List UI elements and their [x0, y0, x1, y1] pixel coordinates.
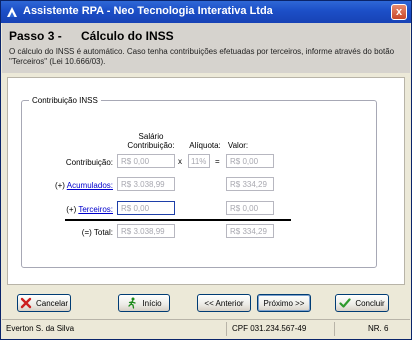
window-title: Assistente RPA - Neo Tecnologia Interati… — [23, 5, 273, 17]
acumulados-link[interactable]: Acumulados: — [67, 181, 113, 190]
step-header: Passo 3 - Cálculo do INSS O cálculo do IN… — [2, 23, 410, 73]
total-salario-field[interactable]: R$ 3.038,99 — [117, 224, 175, 238]
concluir-label: Concluir — [355, 298, 385, 308]
times-symbol: x — [178, 157, 182, 166]
status-user: Everton S. da Silva — [6, 324, 75, 333]
status-bar: Everton S. da Silva CPF 031.234.567-49 N… — [2, 319, 410, 339]
status-cpf: CPF 031.234.567-49 — [232, 324, 307, 333]
terceiros-valor-field[interactable]: R$ 0,00 — [226, 201, 274, 215]
header-valor: Valor: — [227, 141, 249, 150]
app-logo-icon — [7, 7, 17, 17]
status-nr: NR. 6 — [368, 324, 389, 333]
check-icon — [339, 298, 351, 308]
close-icon: x — [395, 6, 403, 18]
acumulados-label: (+) Acumulados: — [41, 181, 113, 190]
proximo-label: Próximo >> — [263, 298, 305, 308]
cancelar-button[interactable]: Cancelar — [17, 294, 71, 312]
aliquota-field[interactable]: 11% — [188, 154, 210, 168]
acumulados-prefix: (+) — [54, 181, 65, 190]
groupbox-label: Contribuição INSS — [29, 96, 101, 105]
terceiros-link[interactable]: Terceiros: — [78, 205, 113, 214]
close-button[interactable]: x — [391, 4, 407, 20]
contribuicao-salario-field[interactable]: R$ 0,00 — [117, 154, 175, 168]
anterior-button[interactable]: << Anterior — [197, 294, 251, 312]
concluir-button[interactable]: Concluir — [335, 294, 389, 312]
step-description: O cálculo do INSS é automático. Caso ten… — [9, 47, 395, 66]
header-aliquota: Alíquota: — [189, 141, 221, 150]
acumulados-salario-field[interactable]: R$ 3.038,99 — [117, 177, 175, 191]
title-bar: Assistente RPA - Neo Tecnologia Interati… — [1, 1, 411, 23]
total-valor-field[interactable]: R$ 334,29 — [226, 224, 274, 238]
total-label: (=) Total: — [81, 228, 113, 237]
terceiros-label: (+) Terceiros: — [41, 205, 113, 214]
proximo-button[interactable]: Próximo >> — [257, 294, 311, 312]
cancel-x-icon — [20, 297, 32, 309]
step-heading: Passo 3 - Cálculo do INSS — [9, 29, 174, 43]
terceiros-prefix: (+) — [66, 205, 77, 214]
cancelar-label: Cancelar — [35, 298, 68, 308]
contribuicao-label: Contribuição: — [65, 158, 113, 167]
running-man-icon — [128, 297, 137, 309]
inicio-label: Início — [142, 298, 162, 308]
step-title: Cálculo do INSS — [81, 29, 174, 43]
total-divider — [65, 219, 291, 221]
step-number: Passo 3 - — [9, 29, 62, 43]
acumulados-valor-field[interactable]: R$ 334,29 — [226, 177, 274, 191]
contribuicao-valor-field[interactable]: R$ 0,00 — [226, 154, 274, 168]
status-separator — [226, 322, 227, 336]
wizard-window: Assistente RPA - Neo Tecnologia Interati… — [0, 0, 412, 340]
inicio-button[interactable]: Início — [118, 294, 170, 312]
header-salario: Salário Contribuição: — [127, 132, 175, 150]
anterior-label: << Anterior — [204, 298, 244, 308]
equals-symbol: = — [215, 157, 220, 166]
terceiros-salario-field[interactable]: R$ 0,00 — [117, 201, 175, 215]
status-separator — [334, 322, 335, 336]
